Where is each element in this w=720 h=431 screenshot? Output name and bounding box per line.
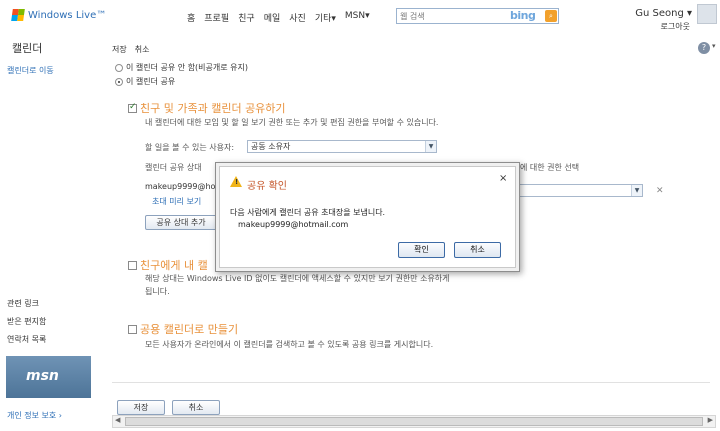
go-to-calendar-link[interactable]: 캘린더로 이동: [7, 65, 54, 76]
chevron-right-icon[interactable]: ▶: [708, 416, 713, 424]
section-title: 친구 및 가족과 캘린더 공유하기: [140, 102, 286, 115]
bing-logo: bing: [510, 9, 536, 22]
divider: [112, 382, 710, 383]
logout-link[interactable]: 로그아웃: [661, 21, 690, 32]
save-link[interactable]: 저장: [112, 44, 127, 55]
nav-msn[interactable]: MSN▾: [345, 11, 370, 24]
nav-photos[interactable]: 사진: [289, 11, 306, 24]
windows-live-logo[interactable]: Windows Live™: [11, 9, 107, 21]
nav-mail[interactable]: 메일: [264, 11, 281, 24]
share-link-checkbox[interactable]: [128, 260, 137, 270]
chevron-left-icon[interactable]: ◀: [115, 416, 120, 424]
related-links-title: 관련 링크: [7, 299, 39, 308]
section-description: 해당 상대는 Windows Live ID 없이도 캘린더에 액세스할 수 있…: [145, 272, 450, 298]
public-calendar-checkbox[interactable]: [128, 324, 137, 334]
sidebar: 캘린더 캘린더로 이동 관련 링크 받은 편지함 연락처 목록 msn 개인 정…: [0, 34, 108, 431]
section-description: 모든 사용자가 온라인에서 이 캘린더를 검색하고 볼 수 있도록 공용 링크를…: [145, 340, 434, 349]
can-see-select[interactable]: 공동 소유자 ▼: [247, 140, 437, 153]
sidebar-item-contacts[interactable]: 연락처 목록: [7, 334, 46, 345]
scrollbar-thumb[interactable]: [125, 417, 703, 426]
add-share-button[interactable]: 공유 상대 추가: [145, 215, 217, 230]
preview-invite-link[interactable]: 초대 미리 보기: [152, 196, 201, 207]
radio-do-not-share[interactable]: 이 캘린더 공유 안 함(비공개로 유지): [115, 62, 248, 73]
permission-select[interactable]: 자 ▼: [508, 184, 643, 197]
share-friends-checkbox[interactable]: [128, 102, 137, 113]
can-see-label: 할 일을 볼 수 있는 사용자:: [145, 143, 235, 152]
radio-label: 이 캘린더 공유 안 함(비공개로 유지): [126, 63, 248, 72]
chevron-down-icon: ▼: [425, 141, 436, 152]
nav-friends[interactable]: 친구: [238, 11, 255, 24]
permission-label: 에 대한 권한 선택: [520, 163, 580, 172]
radio-label: 이 캘린더 공유: [126, 77, 176, 86]
save-button[interactable]: 저장: [117, 400, 165, 415]
close-icon[interactable]: ×: [499, 173, 507, 184]
search-box: bing ⌕: [396, 8, 559, 24]
share-confirm-dialog: ! 공유 확인 × 다음 사람에게 캘린더 공유 초대장을 보냅니다. make…: [215, 162, 520, 272]
dialog-message: 다음 사람에게 캘린더 공유 초대장을 보냅니다.: [230, 208, 386, 217]
section-description: 내 캘린더에 대한 모임 및 할 일 보기 권한 또는 추가 및 편집 권한을 …: [145, 118, 439, 127]
avatar[interactable]: [697, 4, 717, 24]
dialog-title: 공유 확인: [247, 181, 287, 192]
section-title: 친구에게 내 캘: [140, 259, 208, 272]
section-title: 공용 캘린더로 만들기: [140, 323, 239, 336]
confirm-button[interactable]: 확인: [398, 242, 445, 258]
description-line: 해당 상대는 Windows Live ID 없이도 캘린더에 액세스할 수 있…: [145, 274, 450, 283]
msn-logo[interactable]: msn: [6, 356, 91, 398]
privacy-link[interactable]: 개인 정보 보호 ›: [7, 410, 62, 421]
sidebar-item-inbox[interactable]: 받은 편지함: [7, 316, 46, 327]
logo-text: Windows Live™: [28, 9, 107, 21]
cancel-button[interactable]: 취소: [172, 400, 220, 415]
search-input[interactable]: [400, 10, 500, 22]
user-name-menu[interactable]: Gu Seong ▾: [635, 8, 692, 19]
remove-icon[interactable]: ✕: [656, 186, 664, 196]
top-bar: Windows Live™ 홈 프로필 친구 메일 사진 기타▾ MSN▾ bi…: [0, 0, 720, 34]
can-see-value: 공동 소유자: [251, 142, 291, 151]
windows-flag-icon: [11, 9, 25, 21]
nav-home[interactable]: 홈: [187, 11, 195, 24]
dialog-email: makeup9999@hotmail.com: [238, 220, 349, 229]
cancel-link[interactable]: 취소: [135, 44, 150, 55]
nav-profile[interactable]: 프로필: [204, 11, 229, 24]
chevron-down-icon[interactable]: ▾: [712, 42, 716, 50]
share-link-section[interactable]: 친구에게 내 캘: [128, 257, 208, 273]
nav-more[interactable]: 기타▾: [315, 11, 336, 24]
description-line: 됩니다.: [145, 287, 170, 296]
radio-button[interactable]: [115, 63, 123, 72]
invitee-email: makeup9999@hot: [145, 182, 219, 191]
sidebar-title: 캘린더: [12, 42, 43, 55]
main-nav: 홈 프로필 친구 메일 사진 기타▾ MSN▾: [187, 11, 370, 24]
dialog-body: ! 공유 확인 × 다음 사람에게 캘린더 공유 초대장을 보냅니다. make…: [219, 166, 516, 268]
radio-share[interactable]: 이 캘린더 공유: [115, 76, 175, 87]
warning-icon: !: [230, 176, 242, 187]
radio-button-selected[interactable]: [115, 77, 123, 86]
search-icon[interactable]: ⌕: [545, 10, 557, 22]
public-calendar-section[interactable]: 공용 캘린더로 만들기: [128, 321, 238, 337]
share-friends-section[interactable]: 친구 및 가족과 캘린더 공유하기: [128, 100, 286, 116]
help-icon[interactable]: ?: [698, 42, 710, 54]
chevron-down-icon: ▼: [631, 185, 642, 196]
msn-logo-text: msn: [26, 368, 59, 384]
toolbar: 저장 취소: [112, 44, 149, 55]
horizontal-scrollbar[interactable]: ◀ ▶: [112, 415, 716, 428]
share-list-label: 캘린더 공유 상대: [145, 163, 202, 172]
dialog-cancel-button[interactable]: 취소: [454, 242, 501, 258]
